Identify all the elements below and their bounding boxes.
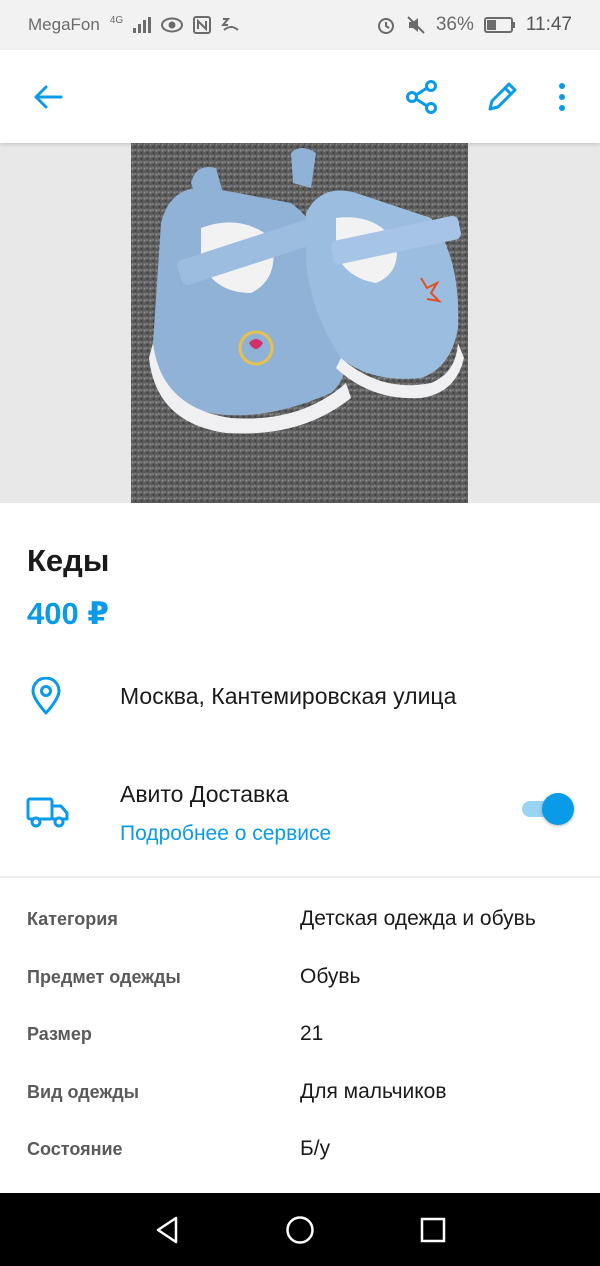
nfc-icon [193,16,212,34]
battery-icon [483,16,516,34]
more-vert-icon [559,82,565,111]
sleep-icon [221,16,241,34]
delivery-truck-icon [26,795,70,834]
nav-home-icon [286,1215,314,1244]
location-pin-icon [30,676,62,720]
nav-recents-icon [421,1217,446,1242]
back-arrow-icon [34,85,63,108]
back-button[interactable] [28,77,68,117]
network-type-label: 4G [109,15,124,26]
param-label: Предмет одежды [27,966,181,987]
share-icon [406,79,437,114]
param-label: Состояние [27,1139,123,1159]
share-button[interactable] [400,75,444,119]
location-text[interactable]: Москва, Кантемировская улица [120,683,456,710]
section-divider [0,876,600,878]
param-row: Состояние Б/у [0,1123,600,1181]
nav-back-button[interactable] [147,1210,187,1250]
status-bar: MegaFon 4G 36% 11:47 [0,0,600,50]
nav-recents-button[interactable] [413,1210,453,1250]
delivery-toggle[interactable] [520,791,576,827]
param-value: Для мальчиков [300,1079,447,1103]
listing-title: Кеды [27,543,110,578]
shoes-photo-image [131,143,468,503]
edit-button[interactable] [480,75,524,119]
listing-photo[interactable] [131,143,468,503]
delivery-details-link[interactable]: Подробнее о сервисе [120,822,331,846]
app-bar [0,50,600,143]
clock: 11:47 [525,14,572,35]
alarm-icon [376,15,396,35]
nav-home-button[interactable] [280,1210,320,1250]
photo-gallery[interactable] [0,143,600,503]
param-value: Обувь [300,964,361,988]
mute-icon [406,15,426,35]
param-row: Размер 21 [0,1008,600,1066]
status-left: MegaFon 4G [28,15,241,35]
nav-back-icon [156,1216,177,1243]
param-row: Предмет одежды Обувь [0,951,600,1009]
params-list: Категория Детская одежда и обувь Предмет… [0,893,600,1181]
system-nav-bar [0,1193,600,1266]
eye-icon [161,17,184,33]
battery-percent: 36% [435,14,474,35]
carrier-label: MegaFon [28,15,100,34]
edit-icon [488,82,517,110]
signal-icon [133,17,152,33]
param-row: Вид одежды Для мальчиков [0,1066,600,1124]
param-label: Размер [27,1024,92,1044]
delivery-title: Авито Доставка [120,781,289,807]
param-value: 21 [300,1022,324,1045]
more-button[interactable] [552,75,572,119]
status-right: 36% 11:47 [376,14,572,36]
param-value: Детская одежда и обувь [300,907,536,930]
listing-price: 400 ₽ [27,596,109,631]
param-label: Категория [27,909,118,929]
param-value: Б/у [300,1137,331,1160]
listing-details: Кеды 400 ₽ Москва, Кантемировская улица … [0,503,600,1193]
param-row: Категория Детская одежда и обувь [0,893,600,951]
toggle-thumb [542,793,574,825]
param-label: Вид одежды [27,1081,140,1102]
